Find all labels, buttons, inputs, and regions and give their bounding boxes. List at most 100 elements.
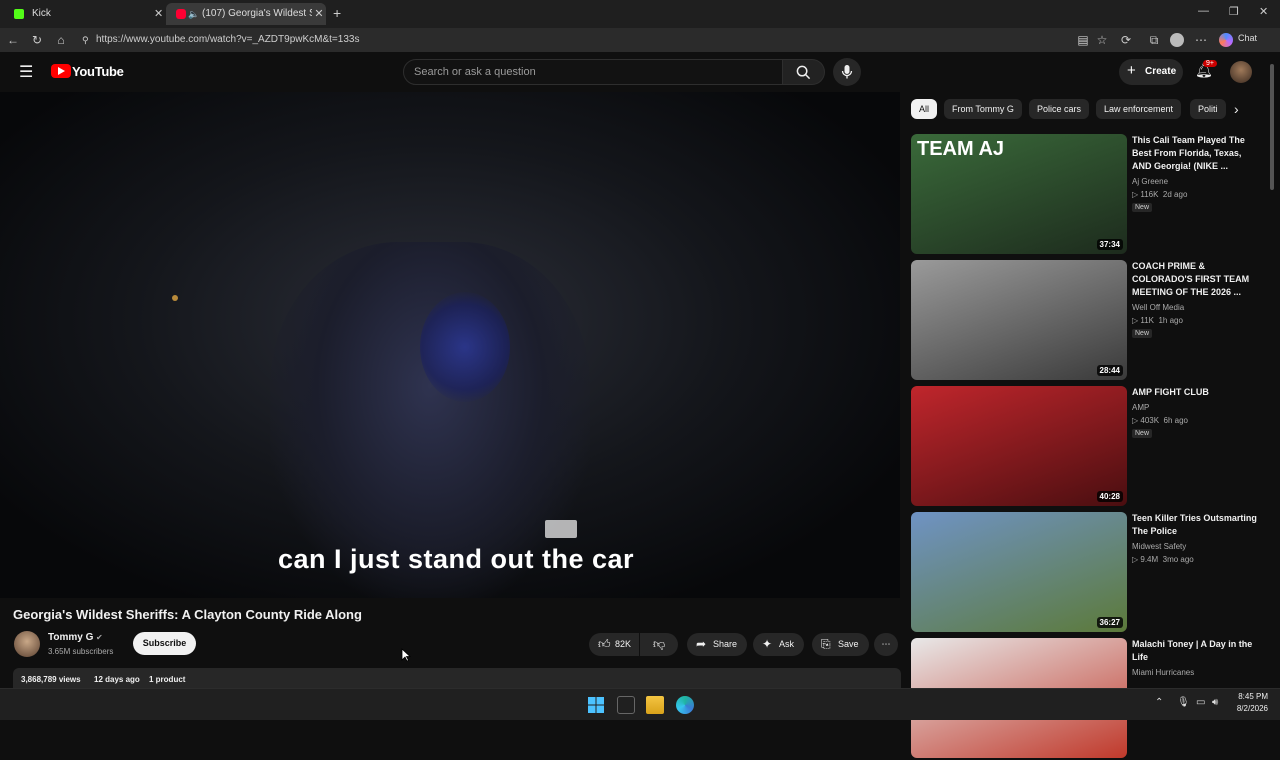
description-box[interactable]: 3,868,789 views 12 days ago 1 product bbox=[13, 668, 901, 688]
minimize-icon[interactable]: — bbox=[1198, 5, 1209, 17]
refresh-extension-icon[interactable]: ⟳ bbox=[1118, 32, 1134, 48]
chat-button[interactable]: Chat bbox=[1238, 33, 1257, 43]
recommendation-title[interactable]: Malachi Toney | A Day in the Life bbox=[1132, 638, 1262, 664]
task-view-icon[interactable] bbox=[617, 696, 635, 714]
volume-icon[interactable]: 🔊︎ bbox=[1212, 697, 1218, 708]
sparkle-icon: ✦ bbox=[762, 637, 773, 651]
more-actions-button[interactable]: ⋯ bbox=[874, 633, 898, 656]
file-explorer-icon[interactable] bbox=[646, 696, 664, 714]
youtube-favicon-icon bbox=[176, 9, 186, 19]
thumbs-up-icon: 👍︎ bbox=[598, 637, 611, 651]
new-tab-icon[interactable]: + bbox=[333, 5, 341, 21]
dislike-button[interactable]: 👎︎ bbox=[640, 633, 678, 656]
tab-kick[interactable]: Kick ✕ bbox=[4, 3, 166, 25]
recommendation-channel[interactable]: Midwest Safety bbox=[1132, 540, 1186, 553]
extensions-icon[interactable]: ⧉ bbox=[1146, 32, 1162, 48]
url-field[interactable]: ⚲ https://www.youtube.com/watch?v=_AZDT9… bbox=[78, 31, 1078, 49]
close-window-icon[interactable]: ✕ bbox=[1259, 5, 1268, 18]
video-thumbnail[interactable]: 36:27 bbox=[911, 512, 1127, 632]
save-button[interactable]: ⎘ Save bbox=[812, 633, 869, 656]
recommendation-channel[interactable]: Aj Greene bbox=[1132, 175, 1168, 188]
upload-age: 3mo ago bbox=[1162, 555, 1194, 564]
recommendation-item[interactable]: 28:44 COACH PRIME & COLORADO'S FIRST TEAM… bbox=[911, 260, 1271, 382]
video-thumbnail[interactable]: 28:44 bbox=[911, 260, 1127, 380]
share-button[interactable]: ➦ Share bbox=[687, 633, 748, 656]
verified-badge-icon: ✔ bbox=[96, 633, 103, 642]
duration-badge: 37:34 bbox=[1096, 239, 1123, 250]
close-tab-icon[interactable]: ✕ bbox=[312, 3, 326, 25]
view-count: 11K bbox=[1140, 316, 1155, 325]
chips-next-icon[interactable]: › bbox=[1234, 101, 1239, 117]
favorite-star-icon[interactable]: ☆ bbox=[1094, 32, 1110, 48]
account-avatar[interactable] bbox=[1230, 61, 1252, 83]
thumbs-down-icon: 👎︎ bbox=[653, 637, 666, 651]
home-icon[interactable]: ⌂ bbox=[53, 32, 69, 48]
recommendation-title[interactable]: AMP FIGHT CLUB bbox=[1132, 386, 1262, 399]
recommendation-title[interactable]: COACH PRIME & COLORADO'S FIRST TEAM MEET… bbox=[1132, 260, 1262, 299]
share-icon: ➦ bbox=[696, 637, 707, 651]
youtube-logo-icon[interactable] bbox=[51, 64, 71, 78]
chip-police-cars[interactable]: Police cars bbox=[1029, 99, 1090, 119]
clock-time[interactable]: 8:45 PM bbox=[1232, 692, 1268, 701]
refresh-icon[interactable]: ↻ bbox=[29, 32, 45, 48]
recommendation-title[interactable]: Teen Killer Tries Outsmarting The Police bbox=[1132, 512, 1262, 538]
channel-avatar[interactable] bbox=[14, 631, 40, 657]
network-icon[interactable]: ▭ bbox=[1196, 697, 1205, 708]
hamburger-menu-icon[interactable]: ☰ bbox=[19, 62, 33, 82]
recommendation-item[interactable]: 40:28 AMP FIGHT CLUB AMP ▷ 403K 6h ago New bbox=[911, 386, 1271, 508]
ask-button[interactable]: ✦ Ask bbox=[753, 633, 805, 656]
profile-avatar[interactable] bbox=[1170, 33, 1184, 47]
search-placeholder: Search or ask a question bbox=[414, 66, 536, 78]
chip-politics[interactable]: Politi bbox=[1190, 99, 1226, 119]
create-button[interactable]: + Create bbox=[1119, 59, 1183, 85]
search-button[interactable] bbox=[783, 59, 825, 85]
video-thumbnail[interactable]: 40:28 bbox=[911, 386, 1127, 506]
view-count: 3,868,789 views bbox=[21, 675, 81, 684]
chip-law-enforcement[interactable]: Law enforcement bbox=[1096, 99, 1182, 119]
youtube-logo-text[interactable]: YouTube bbox=[72, 64, 124, 79]
more-dots-icon: ⋯ bbox=[881, 639, 891, 649]
edge-browser-icon[interactable] bbox=[676, 696, 694, 714]
upload-age: 2d ago bbox=[1162, 190, 1188, 199]
site-info-icon[interactable]: ⚲ bbox=[82, 31, 89, 49]
recommendation-item[interactable]: TEAM AJ 37:34 This Cali Team Played The Be… bbox=[911, 134, 1271, 256]
windows-start-icon[interactable] bbox=[587, 696, 605, 714]
more-menu-icon[interactable]: ⋯ bbox=[1193, 32, 1209, 48]
recommendation-channel[interactable]: AMP bbox=[1132, 401, 1149, 414]
create-label: Create bbox=[1145, 66, 1177, 77]
voice-search-button[interactable] bbox=[833, 58, 861, 86]
recommendation-item[interactable]: 36:27 Teen Killer Tries Outsmarting The P… bbox=[911, 512, 1271, 634]
tray-mic-icon[interactable]: 🎙︎ bbox=[1177, 697, 1190, 708]
url-text: https://www.youtube.com/watch?v=_AZDT9pw… bbox=[96, 34, 360, 45]
chip-from-tommy-g[interactable]: From Tommy G bbox=[944, 99, 1022, 119]
reader-icon[interactable]: ▤ bbox=[1075, 32, 1091, 48]
close-tab-icon[interactable]: ✕ bbox=[154, 3, 163, 25]
recommendation-channel[interactable]: Well Off Media bbox=[1132, 301, 1184, 314]
tab-youtube[interactable]: 🔈 (107) Georgia's Wildest Sheriff ✕ bbox=[166, 3, 326, 25]
windows-taskbar: ⌃ 🎙︎ ▭ 🔊︎ 8:45 PM 8/2/2026 bbox=[0, 688, 1280, 720]
clock-date[interactable]: 8/2/2026 bbox=[1230, 704, 1268, 713]
back-icon[interactable]: ← bbox=[5, 32, 21, 48]
mouse-cursor-icon bbox=[401, 648, 411, 662]
speaker-icon[interactable]: 🔈 bbox=[188, 3, 199, 25]
view-count: 116K bbox=[1140, 190, 1159, 199]
video-player[interactable]: can I just stand out the car bbox=[0, 92, 900, 598]
subscribe-button[interactable]: Subscribe bbox=[133, 632, 196, 655]
video-thumbnail[interactable]: TEAM AJ 37:34 bbox=[911, 134, 1127, 254]
chip-all[interactable]: All bbox=[911, 99, 938, 119]
page-scrollbar[interactable] bbox=[1268, 60, 1276, 680]
product-count: 1 product bbox=[149, 675, 186, 684]
recommendation-stats: ▷ 11K 1h ago bbox=[1132, 316, 1183, 325]
notifications-button[interactable]: 🔔︎ 9+ bbox=[1193, 60, 1217, 83]
recommendation-channel[interactable]: Miami Hurricanes bbox=[1132, 666, 1194, 679]
search-input[interactable]: Search or ask a question bbox=[403, 59, 783, 85]
like-button[interactable]: 👍︎ 82K bbox=[589, 633, 639, 656]
channel-name[interactable]: Tommy G bbox=[48, 632, 93, 643]
tray-overflow-icon[interactable]: ⌃ bbox=[1155, 697, 1163, 708]
copilot-icon[interactable] bbox=[1219, 33, 1233, 47]
restore-icon[interactable]: ❐ bbox=[1229, 5, 1239, 18]
recommendation-title[interactable]: This Cali Team Played The Best From Flor… bbox=[1132, 134, 1262, 173]
tab-label: Kick bbox=[32, 8, 51, 19]
view-count: 403K bbox=[1140, 416, 1160, 425]
scrollbar-thumb[interactable] bbox=[1270, 64, 1274, 190]
